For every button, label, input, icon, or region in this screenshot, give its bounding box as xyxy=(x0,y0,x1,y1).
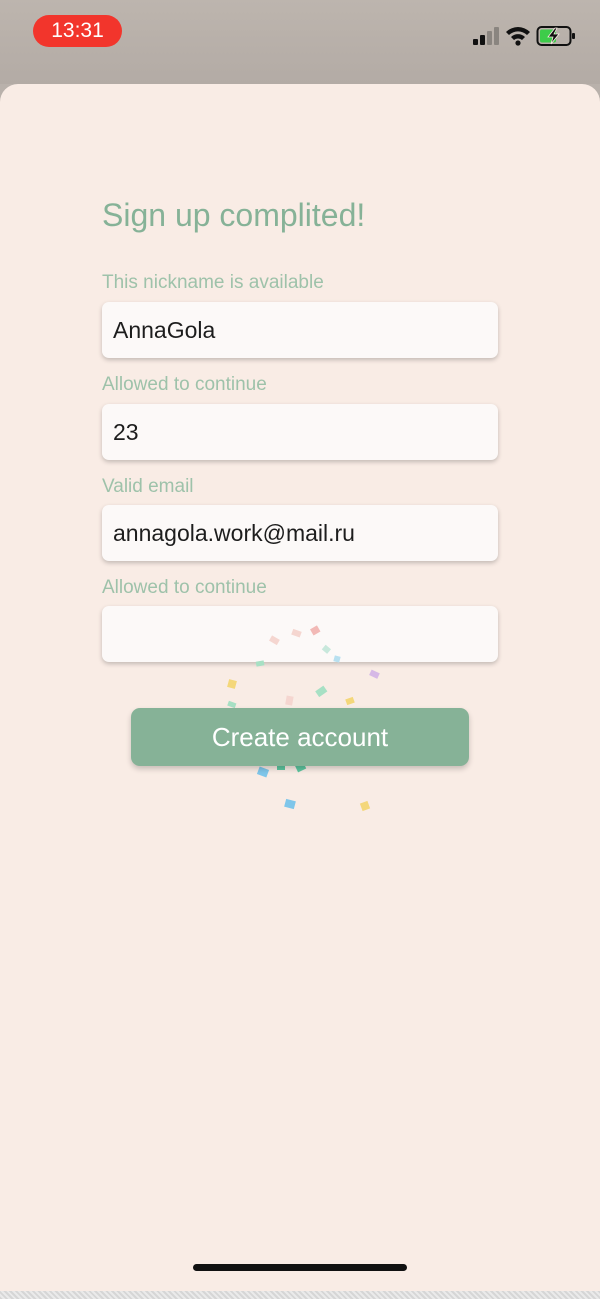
home-indicator[interactable] xyxy=(193,1264,407,1271)
age-field[interactable] xyxy=(102,404,498,460)
password-status-label: Allowed to continue xyxy=(102,577,267,598)
nickname-status-label: This nickname is available xyxy=(102,272,324,293)
bottom-edge xyxy=(0,1291,600,1299)
email-status-label: Valid email xyxy=(102,476,194,497)
wifi-icon xyxy=(506,27,530,46)
status-bar: 13:31 xyxy=(0,0,600,84)
page-title: Sign up complited! xyxy=(102,197,366,233)
signal-icon xyxy=(473,27,499,45)
battery-charging-icon xyxy=(536,26,575,46)
signup-sheet: Sign up complited! This nickname is avai… xyxy=(0,84,600,1299)
password-field[interactable] xyxy=(102,606,498,662)
age-status-label: Allowed to continue xyxy=(102,374,267,395)
nickname-field[interactable] xyxy=(102,302,498,358)
confetti-animation xyxy=(227,625,380,812)
create-account-button[interactable]: Create account xyxy=(131,708,469,766)
email-field[interactable] xyxy=(102,505,498,561)
status-time: 13:31 xyxy=(33,15,122,47)
